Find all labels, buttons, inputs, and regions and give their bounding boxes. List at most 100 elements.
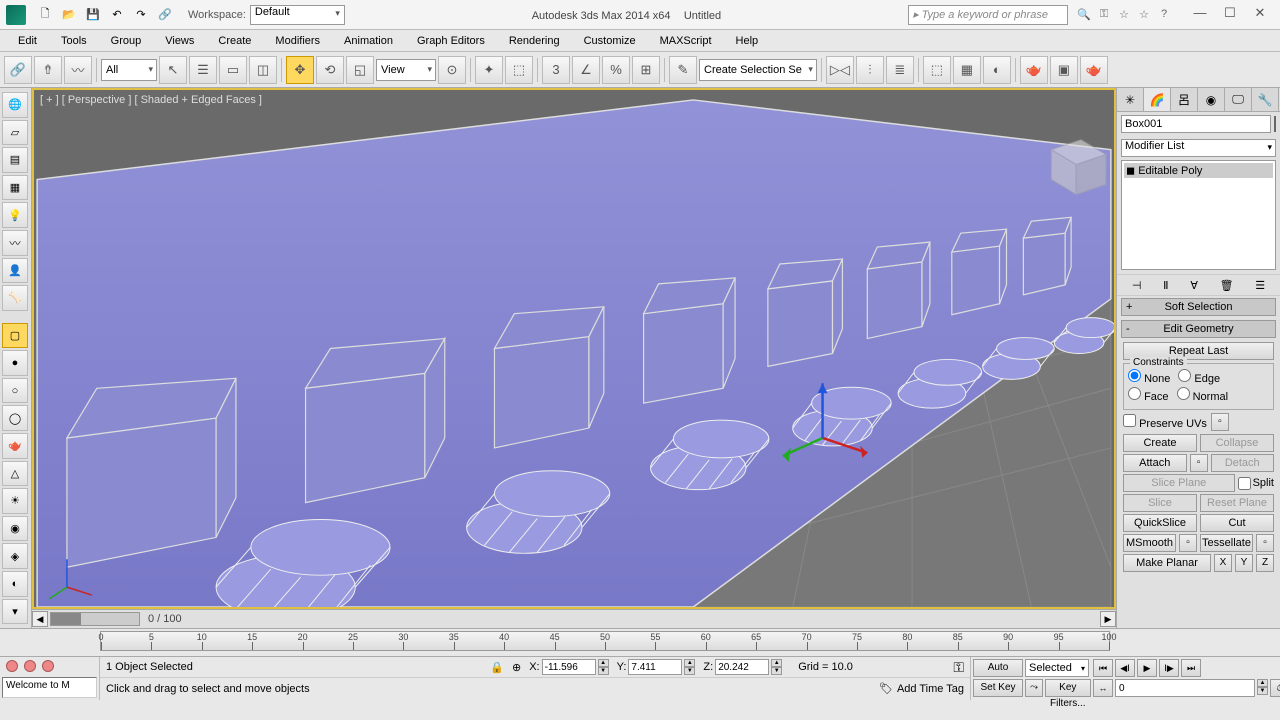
- key-mode-dropdown[interactable]: Selected: [1025, 659, 1089, 677]
- pin-stack-icon[interactable]: ⊣: [1132, 279, 1142, 292]
- current-frame-input[interactable]: [1115, 679, 1255, 697]
- tab-display[interactable]: 🖵: [1225, 88, 1252, 111]
- coord-z-input[interactable]: [715, 659, 769, 675]
- modifier-list-dropdown[interactable]: Modifier List: [1121, 139, 1276, 157]
- tab-hierarchy[interactable]: 呂: [1171, 88, 1198, 111]
- create-button[interactable]: Create: [1123, 434, 1197, 452]
- open-file-icon[interactable]: 📂: [58, 4, 80, 26]
- link-icon[interactable]: 🔗: [154, 4, 176, 26]
- align-icon[interactable]: ⫶: [856, 56, 884, 84]
- light-icon[interactable]: 💡: [2, 202, 28, 228]
- preserve-uvs-check[interactable]: Preserve UVs: [1123, 414, 1207, 430]
- angle-snap-icon[interactable]: ∠: [572, 56, 600, 84]
- perspective-viewport[interactable]: [ + ] [ Perspective ] [ Shaded + Edged F…: [32, 88, 1116, 609]
- select-object-icon[interactable]: ↖: [159, 56, 187, 84]
- biped-icon[interactable]: 🦴: [2, 285, 28, 311]
- select-region-rect-icon[interactable]: ▭: [219, 56, 247, 84]
- key-mode-toggle-icon[interactable]: ↔: [1093, 679, 1113, 697]
- show-end-result-icon[interactable]: Ⅱ: [1163, 279, 1168, 292]
- sphere-icon[interactable]: ●: [2, 350, 28, 376]
- split-check[interactable]: Split: [1238, 474, 1274, 492]
- save-file-icon[interactable]: 💾: [82, 4, 104, 26]
- time-tag-icon[interactable]: 🏷: [879, 682, 893, 695]
- isolate-icon[interactable]: ⊕: [512, 661, 521, 674]
- menu-animation[interactable]: Animation: [334, 33, 403, 49]
- constraint-face[interactable]: Face: [1128, 387, 1169, 403]
- material-editor-icon[interactable]: ◐: [983, 56, 1011, 84]
- menu-modifiers[interactable]: Modifiers: [265, 33, 330, 49]
- attach-list-button[interactable]: ▫: [1190, 454, 1208, 472]
- set-key-button[interactable]: Set Key: [973, 679, 1023, 697]
- viewport-label[interactable]: [ + ] [ Perspective ] [ Shaded + Edged F…: [40, 94, 262, 106]
- constraint-normal[interactable]: Normal: [1177, 387, 1229, 403]
- timeline-ruler[interactable]: 0510152025303540455055606570758085909510…: [0, 628, 1280, 656]
- edit-named-sel-icon[interactable]: ✎: [669, 56, 697, 84]
- frame-spinner[interactable]: ▲▼: [1257, 679, 1268, 695]
- menu-rendering[interactable]: Rendering: [499, 33, 570, 49]
- plane-icon[interactable]: ▱: [2, 120, 28, 146]
- collapse-button[interactable]: Collapse: [1200, 434, 1274, 452]
- object-name-input[interactable]: [1121, 115, 1271, 133]
- redo-icon[interactable]: ↷: [130, 4, 152, 26]
- grid1-icon[interactable]: ▤: [2, 147, 28, 173]
- tab-utilities[interactable]: 🔧: [1252, 88, 1279, 111]
- manipulate-icon[interactable]: ✦: [475, 56, 503, 84]
- timeline-scroll-track[interactable]: [50, 612, 140, 626]
- key-lock-icon[interactable]: ⚿: [953, 659, 964, 676]
- undo-icon[interactable]: ↶: [106, 4, 128, 26]
- window-crossing-icon[interactable]: ◫: [249, 56, 277, 84]
- scale-tool-icon[interactable]: ◱: [346, 56, 374, 84]
- ref-coord-dropdown[interactable]: View: [376, 59, 436, 81]
- geosphere-icon[interactable]: ◉: [2, 516, 28, 542]
- curve-editor-icon[interactable]: ⬚: [923, 56, 951, 84]
- named-selection-dropdown[interactable]: Create Selection Se: [699, 59, 817, 81]
- coord-x-spinner[interactable]: ▲▼: [598, 659, 609, 675]
- key-icon[interactable]: ⚿: [1096, 8, 1112, 21]
- pivot-center-icon[interactable]: ⊙: [438, 56, 466, 84]
- sun-icon[interactable]: ☀: [2, 488, 28, 514]
- selection-filter-dropdown[interactable]: All: [101, 59, 157, 81]
- torus-icon[interactable]: ◯: [2, 405, 28, 431]
- goto-start-icon[interactable]: ⏮: [1093, 659, 1113, 677]
- constraint-none[interactable]: None: [1128, 369, 1170, 385]
- key-filters-button[interactable]: Key Filters...: [1045, 679, 1091, 697]
- mirror-icon[interactable]: ▷◁: [826, 56, 854, 84]
- add-time-tag[interactable]: Add Time Tag: [897, 683, 964, 695]
- maximize-button[interactable]: ☐: [1216, 5, 1244, 25]
- link-tool-icon[interactable]: 🔗: [4, 56, 32, 84]
- bind-spacewarp-icon[interactable]: 〰: [64, 56, 92, 84]
- rollout-edit-geometry[interactable]: -Edit Geometry: [1121, 320, 1276, 338]
- make-unique-icon[interactable]: ∀: [1190, 279, 1198, 292]
- detach-button[interactable]: Detach: [1211, 454, 1275, 472]
- star-icon[interactable]: ☆: [1116, 8, 1132, 21]
- maxscript-listener[interactable]: Welcome to M: [2, 677, 97, 698]
- slice-plane-button[interactable]: Slice Plane: [1123, 474, 1235, 492]
- keyboard-shortcut-icon[interactable]: ⬚: [505, 56, 533, 84]
- menu-graph-editors[interactable]: Graph Editors: [407, 33, 495, 49]
- close-button[interactable]: ✕: [1246, 5, 1274, 25]
- attach-button[interactable]: Attach: [1123, 454, 1187, 472]
- tab-modify[interactable]: 🌈: [1144, 88, 1171, 111]
- quickslice-button[interactable]: QuickSlice: [1123, 514, 1197, 532]
- scroll-left-icon[interactable]: ◀: [32, 611, 48, 627]
- time-config-icon[interactable]: ⏱: [1270, 679, 1280, 697]
- more-icon[interactable]: ▾: [2, 599, 28, 625]
- render-setup-icon[interactable]: 🫖: [1020, 56, 1048, 84]
- spacewarp-icon[interactable]: 〰: [2, 230, 28, 256]
- rotate-tool-icon[interactable]: ⟲: [316, 56, 344, 84]
- spinner-snap-icon[interactable]: ⊞: [632, 56, 660, 84]
- remove-modifier-icon[interactable]: 🗑: [1220, 279, 1234, 292]
- render-icon[interactable]: 🫖: [1080, 56, 1108, 84]
- tab-motion[interactable]: ◉: [1198, 88, 1225, 111]
- rollout-soft-selection[interactable]: +Soft Selection: [1121, 298, 1276, 316]
- tab-create[interactable]: ✳: [1117, 88, 1144, 111]
- object-color-swatch[interactable]: [1274, 116, 1276, 132]
- constraint-edge[interactable]: Edge: [1178, 369, 1220, 385]
- menu-create[interactable]: Create: [208, 33, 261, 49]
- menu-group[interactable]: Group: [101, 33, 152, 49]
- menu-customize[interactable]: Customize: [574, 33, 646, 49]
- coord-y-spinner[interactable]: ▲▼: [684, 659, 695, 675]
- teapot-icon[interactable]: 🫖: [2, 433, 28, 459]
- cylinder-icon[interactable]: ○: [2, 378, 28, 404]
- minimize-button[interactable]: —: [1186, 5, 1214, 25]
